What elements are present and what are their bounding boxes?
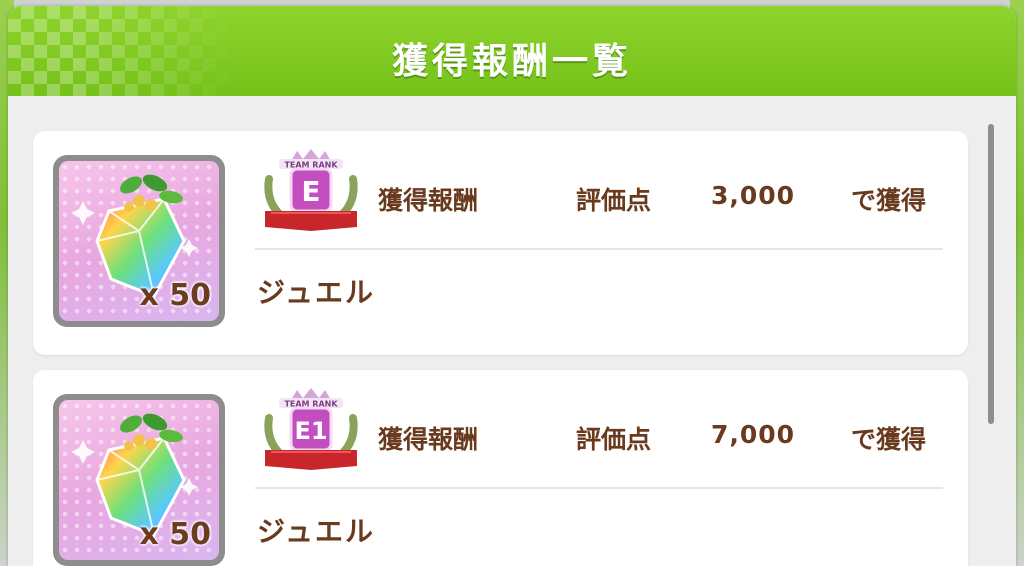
score-label: 評価点 — [576, 186, 652, 215]
dialog-title: 獲得報酬一覧 — [391, 41, 632, 82]
item-name: ジュエル — [257, 276, 376, 309]
reward-list-dialog: 獲得報酬一覧 x 50 TEAM RANK E 獲得報酬 評価点 3,000 で… — [8, 6, 1016, 566]
scrollbar-thumb[interactable] — [988, 124, 994, 424]
item-quantity: x 50 — [139, 517, 211, 552]
card-divider — [255, 487, 943, 489]
score-value: 3,000 — [711, 181, 796, 210]
reward-card[interactable]: x 50 TEAM RANK E 獲得報酬 評価点 3,000 で獲得 ジュエル — [33, 131, 968, 355]
reward-list[interactable]: x 50 TEAM RANK E 獲得報酬 評価点 3,000 で獲得 ジュエル… — [8, 96, 1016, 566]
score-value: 7,000 — [711, 420, 796, 449]
acquire-suffix: で獲得 — [851, 186, 927, 215]
card-divider — [255, 248, 943, 250]
acquire-suffix: で獲得 — [851, 425, 927, 454]
reward-card[interactable]: x 50 TEAM RANK E1 獲得報酬 評価点 7,000 で獲得 ジュエ… — [33, 370, 968, 566]
reward-condition-row: 獲得報酬 評価点 3,000 で獲得 — [33, 181, 968, 221]
score-label: 評価点 — [576, 425, 652, 454]
reward-label: 獲得報酬 — [378, 425, 479, 454]
reward-condition-row: 獲得報酬 評価点 7,000 で獲得 — [33, 420, 968, 460]
item-name: ジュエル — [257, 515, 376, 548]
dialog-header: 獲得報酬一覧 — [8, 6, 1016, 96]
item-quantity: x 50 — [139, 278, 211, 313]
reward-label: 獲得報酬 — [378, 186, 479, 215]
